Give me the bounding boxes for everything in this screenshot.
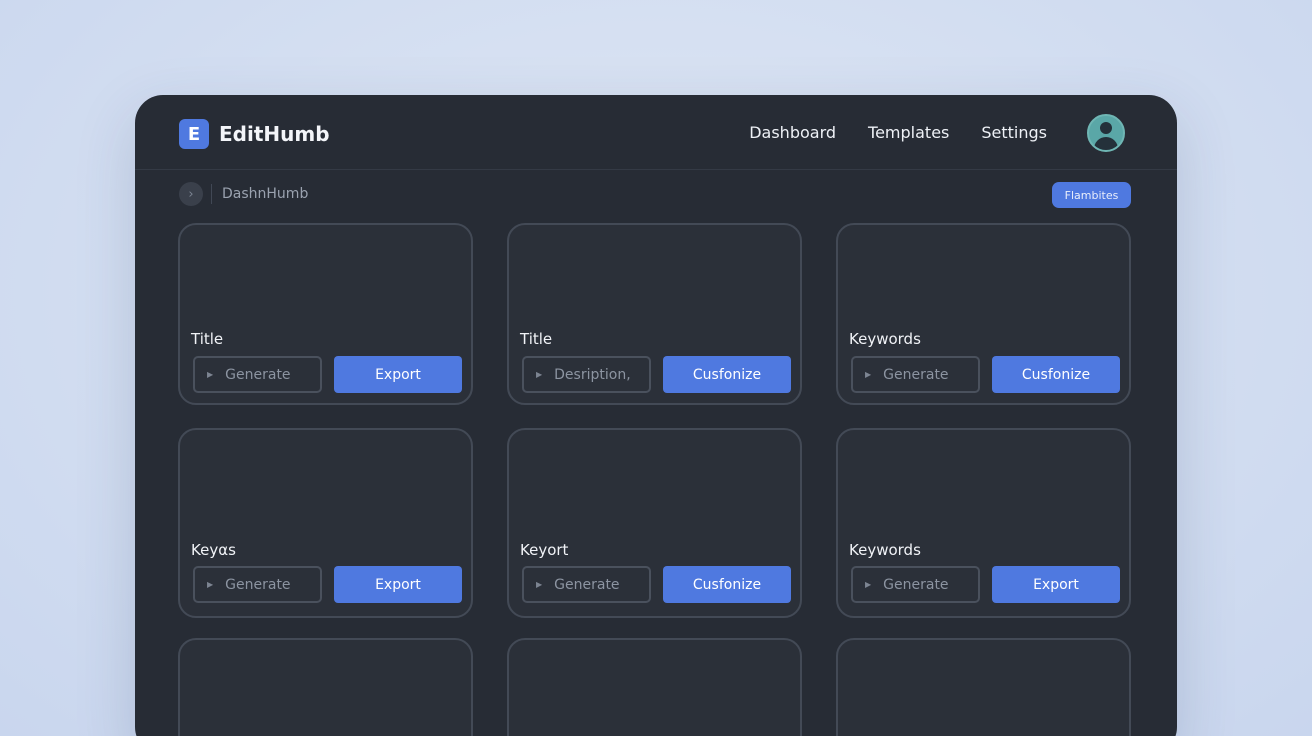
play-triangle-icon: ▶ <box>207 370 214 379</box>
breadcrumb-divider <box>211 184 212 204</box>
customize-button[interactable]: Cusfonize <box>663 356 791 393</box>
template-card[interactable]: Title ▶ Desription, Cusfonize <box>507 223 802 405</box>
top-navigation-bar: E EditHumb Dashboard Templates Settings <box>135 95 1177 170</box>
customize-button[interactable]: Cusfonize <box>663 566 791 603</box>
avatar-head <box>1100 122 1112 134</box>
play-triangle-icon: ▶ <box>536 580 543 589</box>
export-button[interactable]: Export <box>334 566 462 603</box>
template-card[interactable]: Keywords ▶ Generate Cusfonize <box>836 223 1131 405</box>
play-triangle-icon: ▶ <box>207 580 214 589</box>
card-label: Title <box>191 330 224 348</box>
generate-input[interactable]: ▶ Generate <box>522 566 651 603</box>
brand[interactable]: E EditHumb <box>179 119 330 149</box>
template-card[interactable] <box>178 638 473 736</box>
card-label: Keyαs <box>191 541 236 559</box>
generate-input[interactable]: ▶ Generate <box>851 356 980 393</box>
nav-templates[interactable]: Templates <box>868 123 949 142</box>
template-card[interactable] <box>507 638 802 736</box>
breadcrumb[interactable]: DashnHumb <box>222 186 308 202</box>
card-label: Keyort <box>520 541 569 559</box>
input-text: Desription, <box>554 366 631 383</box>
nav-dashboard[interactable]: Dashboard <box>749 123 836 142</box>
template-card[interactable]: Title ▶ Generate Export <box>178 223 473 405</box>
template-card[interactable]: Keywords ▶ Generate Export <box>836 428 1131 618</box>
input-text: Generate <box>883 576 949 593</box>
main-nav: Dashboard Templates Settings <box>717 123 1047 142</box>
nav-settings[interactable]: Settings <box>981 123 1047 142</box>
input-text: Generate <box>225 576 291 593</box>
template-card[interactable] <box>836 638 1131 736</box>
chevron-right-icon[interactable]: › <box>179 182 203 206</box>
export-button[interactable]: Export <box>334 356 462 393</box>
customize-button[interactable]: Cusfonize <box>992 356 1120 393</box>
play-triangle-icon: ▶ <box>865 370 872 379</box>
template-card[interactable]: Keyort ▶ Generate Cusfonize <box>507 428 802 618</box>
avatar-shoulders <box>1094 137 1118 150</box>
description-input[interactable]: ▶ Desription, <box>522 356 651 393</box>
card-label: Title <box>520 330 553 348</box>
card-progress-bar <box>509 403 698 405</box>
input-text: Generate <box>883 366 949 383</box>
favorites-button[interactable]: Flambites <box>1052 182 1131 208</box>
app-logo-icon: E <box>179 119 209 149</box>
generate-input[interactable]: ▶ Generate <box>193 566 322 603</box>
card-progress-bar <box>509 616 698 618</box>
export-button[interactable]: Export <box>992 566 1120 603</box>
sub-toolbar: › DashnHumb Flambites <box>179 182 1131 208</box>
card-label: Keywords <box>849 330 921 348</box>
play-triangle-icon: ▶ <box>865 580 872 589</box>
input-text: Generate <box>554 576 620 593</box>
input-text: Generate <box>225 366 291 383</box>
card-label: Keywords <box>849 541 921 559</box>
generate-input[interactable]: ▶ Generate <box>851 566 980 603</box>
template-card[interactable]: Keyαs ▶ Generate Export <box>178 428 473 618</box>
play-triangle-icon: ▶ <box>536 370 543 379</box>
generate-input[interactable]: ▶ Generate <box>193 356 322 393</box>
app-window: E EditHumb Dashboard Templates Settings … <box>135 95 1177 736</box>
user-avatar-icon[interactable] <box>1087 114 1125 152</box>
app-name: EditHumb <box>219 122 330 146</box>
